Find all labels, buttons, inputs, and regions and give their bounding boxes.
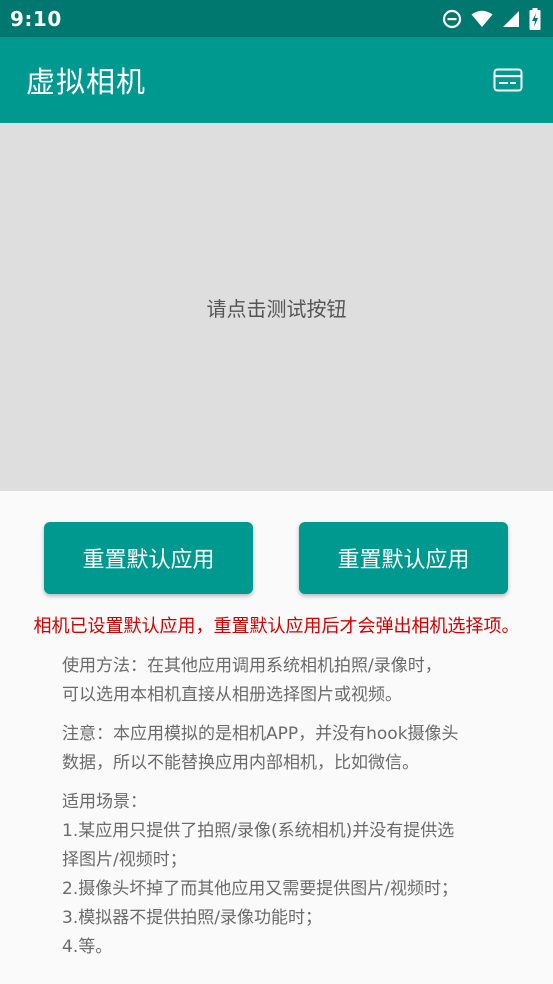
app-bar: 虚拟相机 [0, 37, 553, 123]
camera-preview: 请点击测试按钮 [0, 123, 553, 491]
signal-icon [502, 10, 520, 28]
status-icons [442, 7, 541, 30]
reset-default-app-button-left[interactable]: 重置默认应用 [44, 522, 253, 594]
usage-line: 可以选用本相机直接从相册选择图片或视频。 [62, 685, 402, 705]
status-bar: 9:10 [0, 0, 553, 37]
scenes-line: 3.模拟器不提供拍照/录像功能时； [62, 908, 322, 928]
scenes-line: 1.某应用只提供了拍照/录像(系统相机)并没有提供选 [62, 821, 455, 841]
scenes-line: 2.摄像头坏掉了而其他应用又需要提供图片/视频时； [62, 879, 458, 899]
note-line: 数据，所以不能替换应用内部相机，比如微信。 [62, 753, 419, 773]
scenes-line: 择图片/视频时； [62, 850, 187, 870]
preview-hint: 请点击测试按钮 [206, 296, 347, 321]
usage-line: 使用方法：在其他应用调用系统相机拍照/录像时， [62, 656, 442, 676]
do-not-disturb-icon [442, 9, 462, 29]
reset-default-app-button-right[interactable]: 重置默认应用 [299, 522, 508, 594]
applicable-scenarios: 适用场景： 1.某应用只提供了拍照/录像(系统相机)并没有提供选 择图片/视频时… [62, 788, 532, 962]
card-icon[interactable] [491, 63, 525, 97]
default-app-warning: 相机已设置默认应用，重置默认应用后才会弹出相机选择项。 [33, 616, 520, 637]
app-title: 虚拟相机 [26, 65, 147, 99]
note-line: 注意：本应用模拟的是相机APP，并没有hook摄像头 [62, 724, 459, 744]
wifi-icon [471, 10, 493, 28]
battery-charging-icon [529, 7, 541, 30]
scenes-line: 适用场景： [62, 792, 147, 812]
usage-instructions: 使用方法：在其他应用调用系统相机拍照/录像时， 可以选用本相机直接从相册选择图片… [62, 652, 532, 710]
status-time: 9:10 [10, 6, 62, 31]
scenes-line: 4.等。 [62, 937, 113, 957]
usage-note: 注意：本应用模拟的是相机APP，并没有hook摄像头 数据，所以不能替换应用内部… [62, 720, 532, 778]
